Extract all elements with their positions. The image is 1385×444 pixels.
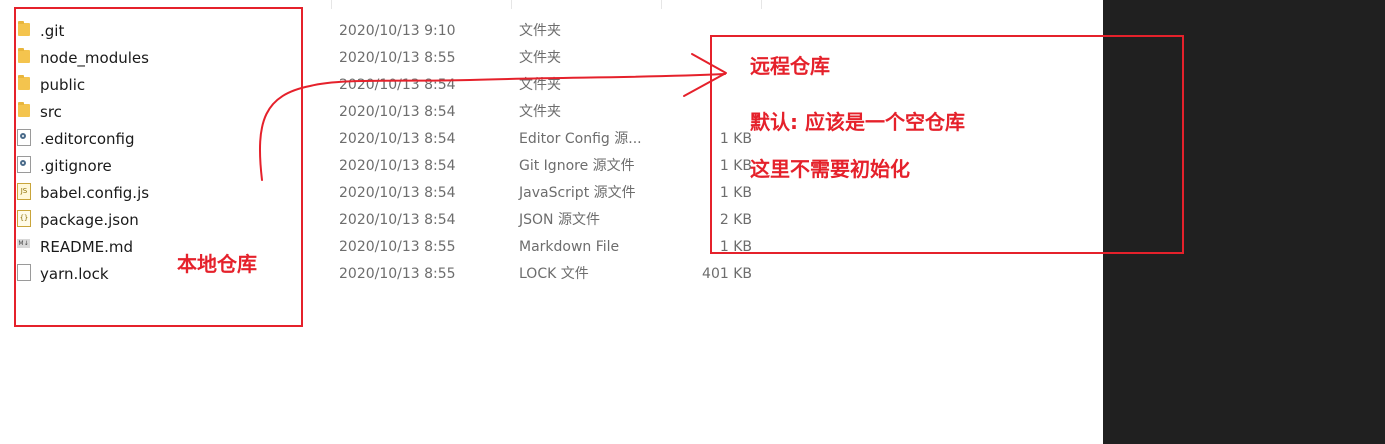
file-size: 401 KB [702, 266, 752, 282]
column-divider [511, 0, 512, 9]
file-date: 2020/10/13 8:54 [339, 212, 456, 228]
remote-repo-title: 远程仓库 [750, 54, 830, 78]
file-type: JavaScript 源文件 [519, 185, 636, 201]
file-date: 2020/10/13 8:55 [339, 239, 456, 255]
file-type: 文件夹 [519, 50, 561, 66]
file-date: 2020/10/13 8:55 [339, 50, 456, 66]
file-type: LOCK 文件 [519, 266, 589, 282]
file-type: Markdown File [519, 239, 620, 255]
file-date: 2020/10/13 9:10 [339, 23, 456, 39]
column-divider [761, 0, 762, 9]
remote-repo-note: 这里不需要初始化 [750, 157, 910, 181]
file-date: 2020/10/13 8:54 [339, 185, 456, 201]
column-divider [661, 0, 662, 9]
file-type: Editor Config 源... [519, 131, 642, 147]
file-type: 文件夹 [519, 23, 561, 39]
local-repo-label: 本地仓库 [177, 252, 257, 276]
file-type: JSON 源文件 [519, 212, 600, 228]
column-divider [331, 0, 332, 9]
file-type: Git Ignore 源文件 [519, 158, 635, 174]
remote-repo-note: 默认: 应该是一个空仓库 [750, 110, 965, 134]
file-date: 2020/10/13 8:54 [339, 104, 456, 120]
file-date: 2020/10/13 8:55 [339, 266, 456, 282]
file-date: 2020/10/13 8:54 [339, 77, 456, 93]
local-repo-box [14, 7, 303, 327]
file-type: 文件夹 [519, 77, 561, 93]
file-type: 文件夹 [519, 104, 561, 120]
file-date: 2020/10/13 8:54 [339, 131, 456, 147]
file-date: 2020/10/13 8:54 [339, 158, 456, 174]
